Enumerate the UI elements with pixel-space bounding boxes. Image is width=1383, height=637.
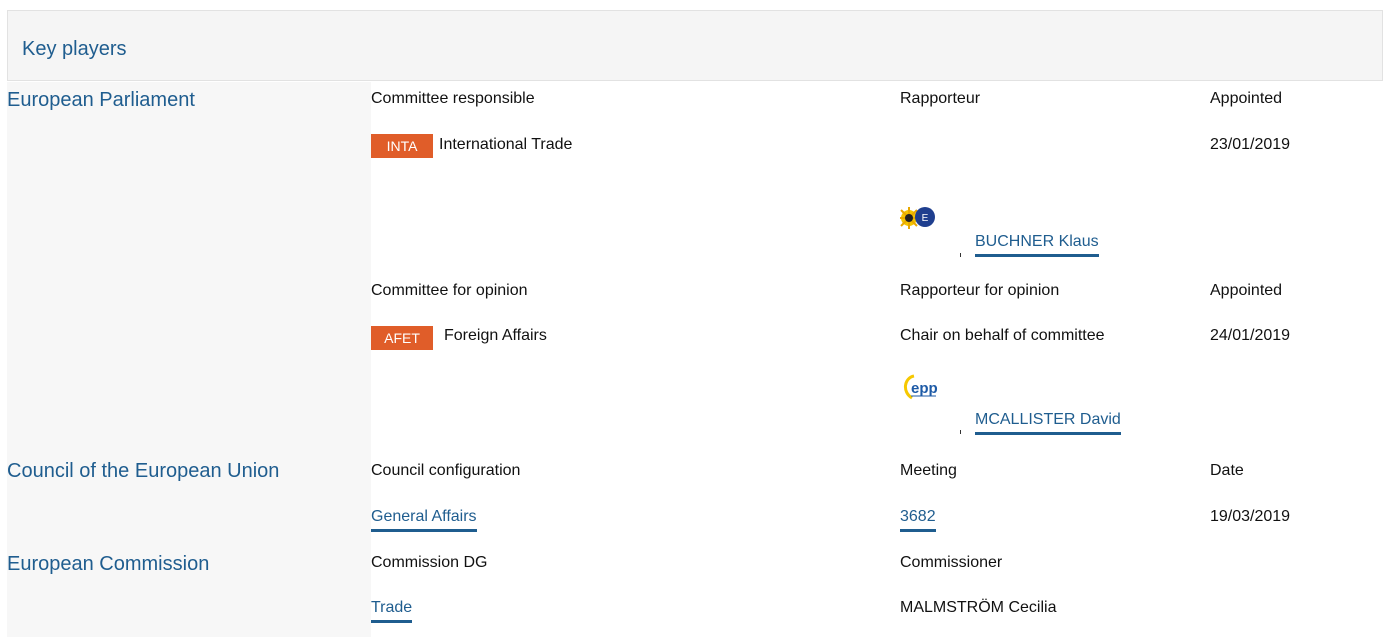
- meeting-link[interactable]: 3682: [900, 508, 936, 532]
- appointed-date-inta: 23/01/2019: [1210, 136, 1291, 153]
- col-appointed-opinion: Appointed: [1210, 282, 1283, 299]
- key-players-title: Key players: [22, 38, 127, 60]
- committee-badge-inta: INTA: [371, 134, 433, 158]
- col-commission-dg: Commission DG: [371, 554, 488, 571]
- logo-tick: [960, 253, 961, 257]
- col-committee-responsible: Committee responsible: [371, 90, 535, 107]
- col-meeting: Meeting: [900, 462, 957, 479]
- european-parliament-title: European Parliament: [7, 89, 195, 111]
- commission-title: European Commission: [7, 553, 210, 575]
- col-rapporteur: Rapporteur: [900, 90, 981, 107]
- commission-dg-link[interactable]: Trade: [371, 599, 413, 623]
- council-configuration-link[interactable]: General Affairs: [371, 508, 477, 532]
- commissioner-name: MALMSTRÖM Cecilia: [900, 599, 1057, 616]
- col-rapporteur-opinion: Rapporteur for opinion: [900, 282, 1060, 299]
- key-players-header: Key players: [7, 10, 1383, 81]
- svg-text:E: E: [922, 213, 929, 224]
- council-date: 19/03/2019: [1210, 508, 1291, 525]
- greens-efa-logo-icon: E: [898, 203, 936, 238]
- col-date: Date: [1210, 462, 1244, 479]
- council-title: Council of the European Union: [7, 460, 280, 482]
- col-appointed: Appointed: [1210, 90, 1283, 107]
- rapporteur-buchner-link[interactable]: BUCHNER Klaus: [975, 233, 1099, 257]
- epp-logo-icon: epp: [900, 370, 940, 411]
- svg-text:epp: epp: [911, 380, 938, 397]
- committee-badge-afet: AFET: [371, 326, 433, 350]
- col-council-configuration: Council configuration: [371, 462, 521, 479]
- rapporteur-role: Chair on behalf of committee: [900, 327, 1105, 344]
- committee-name-international-trade: International Trade: [439, 136, 573, 153]
- rapporteur-mcallister-link[interactable]: MCALLISTER David: [975, 411, 1121, 435]
- col-committee-opinion: Committee for opinion: [371, 282, 528, 299]
- committee-name-foreign-affairs: Foreign Affairs: [444, 327, 547, 344]
- appointed-date-afet: 24/01/2019: [1210, 327, 1291, 344]
- logo-tick: [960, 430, 961, 434]
- col-commissioner: Commissioner: [900, 554, 1003, 571]
